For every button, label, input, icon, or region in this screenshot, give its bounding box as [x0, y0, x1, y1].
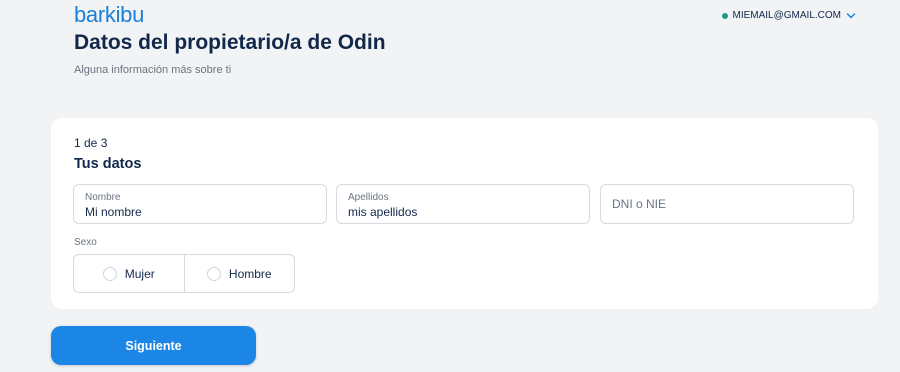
form-card: 1 de 3 Tus datos Nombre Apellidos Sexo M… [51, 118, 878, 309]
radio-label-mujer: Mujer [124, 266, 155, 281]
radio-label-hombre: Hombre [228, 266, 272, 281]
next-button[interactable]: Siguiente [51, 326, 256, 365]
nombre-input[interactable] [85, 205, 315, 219]
apellidos-field[interactable]: Apellidos [336, 184, 590, 224]
step-indicator: 1 de 3 [74, 136, 108, 150]
radio-circle-icon[interactable] [206, 266, 221, 281]
chevron-down-icon [846, 12, 856, 18]
apellidos-label: Apellidos [348, 192, 389, 203]
radio-option-mujer[interactable]: Mujer [74, 255, 184, 292]
page-subtitle: Alguna información más sobre ti [74, 64, 232, 76]
dni-input[interactable] [612, 197, 842, 211]
sexo-label: Sexo [74, 237, 97, 248]
sexo-radio-group: Mujer Hombre [73, 254, 295, 293]
apellidos-input[interactable] [348, 205, 578, 219]
account-email: MIEMAIL@GMAIL.COM [732, 10, 842, 21]
barkibu-logo[interactable]: barkibu [74, 2, 144, 28]
online-status-dot [721, 12, 728, 19]
page-title: Datos del propietario/a de Odin [74, 31, 386, 54]
dni-field[interactable] [600, 184, 854, 224]
radio-circle-icon[interactable] [102, 266, 117, 281]
page: barkibu MIEMAIL@GMAIL.COM Datos del prop… [0, 0, 900, 372]
section-title: Tus datos [74, 156, 142, 172]
nombre-field[interactable]: Nombre [73, 184, 327, 224]
account-menu[interactable]: MIEMAIL@GMAIL.COM [721, 10, 857, 21]
radio-option-hombre[interactable]: Hombre [183, 255, 295, 292]
nombre-label: Nombre [85, 192, 121, 203]
